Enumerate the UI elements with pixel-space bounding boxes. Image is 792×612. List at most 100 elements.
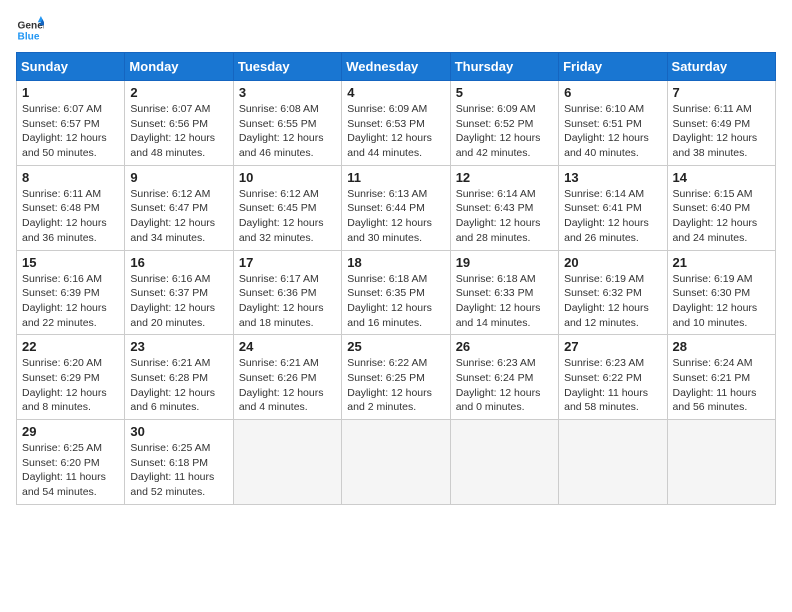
calendar-cell: 4 Sunrise: 6:09 AMSunset: 6:53 PMDayligh… bbox=[342, 81, 450, 166]
day-info: Sunrise: 6:11 AMSunset: 6:48 PMDaylight:… bbox=[22, 188, 107, 244]
day-info: Sunrise: 6:07 AMSunset: 6:57 PMDaylight:… bbox=[22, 103, 107, 159]
day-number: 23 bbox=[130, 339, 227, 354]
day-number: 26 bbox=[456, 339, 553, 354]
day-number: 8 bbox=[22, 170, 119, 185]
logo-icon: General Blue bbox=[16, 16, 44, 44]
calendar-cell: 10 Sunrise: 6:12 AMSunset: 6:45 PMDaylig… bbox=[233, 165, 341, 250]
calendar-table: SundayMondayTuesdayWednesdayThursdayFrid… bbox=[16, 52, 776, 505]
day-number: 7 bbox=[673, 85, 770, 100]
day-info: Sunrise: 6:15 AMSunset: 6:40 PMDaylight:… bbox=[673, 188, 758, 244]
day-info: Sunrise: 6:08 AMSunset: 6:55 PMDaylight:… bbox=[239, 103, 324, 159]
day-number: 15 bbox=[22, 255, 119, 270]
day-info: Sunrise: 6:09 AMSunset: 6:52 PMDaylight:… bbox=[456, 103, 541, 159]
day-info: Sunrise: 6:11 AMSunset: 6:49 PMDaylight:… bbox=[673, 103, 758, 159]
day-number: 14 bbox=[673, 170, 770, 185]
calendar-cell bbox=[233, 420, 341, 505]
day-number: 30 bbox=[130, 424, 227, 439]
day-info: Sunrise: 6:12 AMSunset: 6:45 PMDaylight:… bbox=[239, 188, 324, 244]
day-info: Sunrise: 6:19 AMSunset: 6:30 PMDaylight:… bbox=[673, 273, 758, 329]
day-number: 6 bbox=[564, 85, 661, 100]
calendar-cell: 19 Sunrise: 6:18 AMSunset: 6:33 PMDaylig… bbox=[450, 250, 558, 335]
calendar-cell: 8 Sunrise: 6:11 AMSunset: 6:48 PMDayligh… bbox=[17, 165, 125, 250]
day-info: Sunrise: 6:10 AMSunset: 6:51 PMDaylight:… bbox=[564, 103, 649, 159]
weekday-header-thursday: Thursday bbox=[450, 53, 558, 81]
calendar-cell: 23 Sunrise: 6:21 AMSunset: 6:28 PMDaylig… bbox=[125, 335, 233, 420]
calendar-cell: 27 Sunrise: 6:23 AMSunset: 6:22 PMDaylig… bbox=[559, 335, 667, 420]
calendar-cell: 25 Sunrise: 6:22 AMSunset: 6:25 PMDaylig… bbox=[342, 335, 450, 420]
day-info: Sunrise: 6:25 AMSunset: 6:20 PMDaylight:… bbox=[22, 442, 106, 498]
calendar-cell: 16 Sunrise: 6:16 AMSunset: 6:37 PMDaylig… bbox=[125, 250, 233, 335]
day-info: Sunrise: 6:22 AMSunset: 6:25 PMDaylight:… bbox=[347, 357, 432, 413]
day-info: Sunrise: 6:17 AMSunset: 6:36 PMDaylight:… bbox=[239, 273, 324, 329]
day-number: 13 bbox=[564, 170, 661, 185]
day-info: Sunrise: 6:21 AMSunset: 6:28 PMDaylight:… bbox=[130, 357, 215, 413]
calendar-cell: 20 Sunrise: 6:19 AMSunset: 6:32 PMDaylig… bbox=[559, 250, 667, 335]
day-number: 2 bbox=[130, 85, 227, 100]
day-info: Sunrise: 6:20 AMSunset: 6:29 PMDaylight:… bbox=[22, 357, 107, 413]
calendar-cell: 3 Sunrise: 6:08 AMSunset: 6:55 PMDayligh… bbox=[233, 81, 341, 166]
weekday-header-wednesday: Wednesday bbox=[342, 53, 450, 81]
day-info: Sunrise: 6:14 AMSunset: 6:43 PMDaylight:… bbox=[456, 188, 541, 244]
day-number: 18 bbox=[347, 255, 444, 270]
day-number: 24 bbox=[239, 339, 336, 354]
day-number: 3 bbox=[239, 85, 336, 100]
calendar-cell: 30 Sunrise: 6:25 AMSunset: 6:18 PMDaylig… bbox=[125, 420, 233, 505]
calendar-cell: 17 Sunrise: 6:17 AMSunset: 6:36 PMDaylig… bbox=[233, 250, 341, 335]
calendar-cell: 6 Sunrise: 6:10 AMSunset: 6:51 PMDayligh… bbox=[559, 81, 667, 166]
day-info: Sunrise: 6:23 AMSunset: 6:24 PMDaylight:… bbox=[456, 357, 541, 413]
calendar-cell: 24 Sunrise: 6:21 AMSunset: 6:26 PMDaylig… bbox=[233, 335, 341, 420]
calendar-cell bbox=[559, 420, 667, 505]
day-number: 10 bbox=[239, 170, 336, 185]
day-info: Sunrise: 6:12 AMSunset: 6:47 PMDaylight:… bbox=[130, 188, 215, 244]
day-number: 5 bbox=[456, 85, 553, 100]
weekday-header-tuesday: Tuesday bbox=[233, 53, 341, 81]
day-info: Sunrise: 6:07 AMSunset: 6:56 PMDaylight:… bbox=[130, 103, 215, 159]
calendar-cell: 12 Sunrise: 6:14 AMSunset: 6:43 PMDaylig… bbox=[450, 165, 558, 250]
day-number: 28 bbox=[673, 339, 770, 354]
day-number: 17 bbox=[239, 255, 336, 270]
day-info: Sunrise: 6:18 AMSunset: 6:35 PMDaylight:… bbox=[347, 273, 432, 329]
calendar-cell: 1 Sunrise: 6:07 AMSunset: 6:57 PMDayligh… bbox=[17, 81, 125, 166]
day-info: Sunrise: 6:21 AMSunset: 6:26 PMDaylight:… bbox=[239, 357, 324, 413]
day-info: Sunrise: 6:13 AMSunset: 6:44 PMDaylight:… bbox=[347, 188, 432, 244]
page-header: General Blue bbox=[16, 16, 776, 44]
day-number: 21 bbox=[673, 255, 770, 270]
calendar-cell: 22 Sunrise: 6:20 AMSunset: 6:29 PMDaylig… bbox=[17, 335, 125, 420]
day-number: 22 bbox=[22, 339, 119, 354]
day-number: 16 bbox=[130, 255, 227, 270]
day-info: Sunrise: 6:25 AMSunset: 6:18 PMDaylight:… bbox=[130, 442, 214, 498]
weekday-header-monday: Monday bbox=[125, 53, 233, 81]
calendar-cell: 13 Sunrise: 6:14 AMSunset: 6:41 PMDaylig… bbox=[559, 165, 667, 250]
day-number: 9 bbox=[130, 170, 227, 185]
logo: General Blue bbox=[16, 16, 44, 44]
calendar-cell: 2 Sunrise: 6:07 AMSunset: 6:56 PMDayligh… bbox=[125, 81, 233, 166]
calendar-cell: 5 Sunrise: 6:09 AMSunset: 6:52 PMDayligh… bbox=[450, 81, 558, 166]
calendar-cell: 11 Sunrise: 6:13 AMSunset: 6:44 PMDaylig… bbox=[342, 165, 450, 250]
day-info: Sunrise: 6:16 AMSunset: 6:39 PMDaylight:… bbox=[22, 273, 107, 329]
calendar-cell: 28 Sunrise: 6:24 AMSunset: 6:21 PMDaylig… bbox=[667, 335, 775, 420]
day-number: 11 bbox=[347, 170, 444, 185]
day-info: Sunrise: 6:16 AMSunset: 6:37 PMDaylight:… bbox=[130, 273, 215, 329]
day-number: 29 bbox=[22, 424, 119, 439]
day-number: 12 bbox=[456, 170, 553, 185]
weekday-header-friday: Friday bbox=[559, 53, 667, 81]
weekday-header-saturday: Saturday bbox=[667, 53, 775, 81]
calendar-cell: 9 Sunrise: 6:12 AMSunset: 6:47 PMDayligh… bbox=[125, 165, 233, 250]
day-number: 25 bbox=[347, 339, 444, 354]
calendar-cell bbox=[450, 420, 558, 505]
calendar-cell: 15 Sunrise: 6:16 AMSunset: 6:39 PMDaylig… bbox=[17, 250, 125, 335]
day-info: Sunrise: 6:23 AMSunset: 6:22 PMDaylight:… bbox=[564, 357, 648, 413]
calendar-cell: 21 Sunrise: 6:19 AMSunset: 6:30 PMDaylig… bbox=[667, 250, 775, 335]
day-info: Sunrise: 6:14 AMSunset: 6:41 PMDaylight:… bbox=[564, 188, 649, 244]
day-info: Sunrise: 6:24 AMSunset: 6:21 PMDaylight:… bbox=[673, 357, 757, 413]
calendar-cell: 14 Sunrise: 6:15 AMSunset: 6:40 PMDaylig… bbox=[667, 165, 775, 250]
day-number: 27 bbox=[564, 339, 661, 354]
weekday-header-sunday: Sunday bbox=[17, 53, 125, 81]
calendar-cell bbox=[667, 420, 775, 505]
day-number: 4 bbox=[347, 85, 444, 100]
day-info: Sunrise: 6:19 AMSunset: 6:32 PMDaylight:… bbox=[564, 273, 649, 329]
calendar-cell: 29 Sunrise: 6:25 AMSunset: 6:20 PMDaylig… bbox=[17, 420, 125, 505]
calendar-cell: 7 Sunrise: 6:11 AMSunset: 6:49 PMDayligh… bbox=[667, 81, 775, 166]
day-number: 19 bbox=[456, 255, 553, 270]
svg-text:Blue: Blue bbox=[18, 31, 40, 42]
